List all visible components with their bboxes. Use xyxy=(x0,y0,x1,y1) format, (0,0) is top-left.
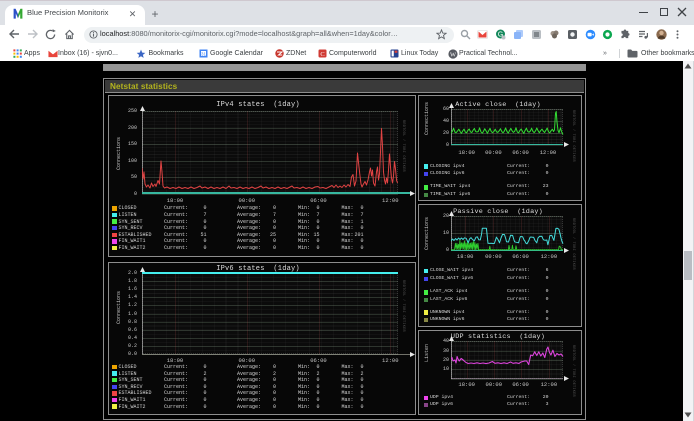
svg-text:31: 31 xyxy=(200,51,206,56)
svg-text:C: C xyxy=(320,50,324,57)
svg-text:W: W xyxy=(449,51,456,58)
